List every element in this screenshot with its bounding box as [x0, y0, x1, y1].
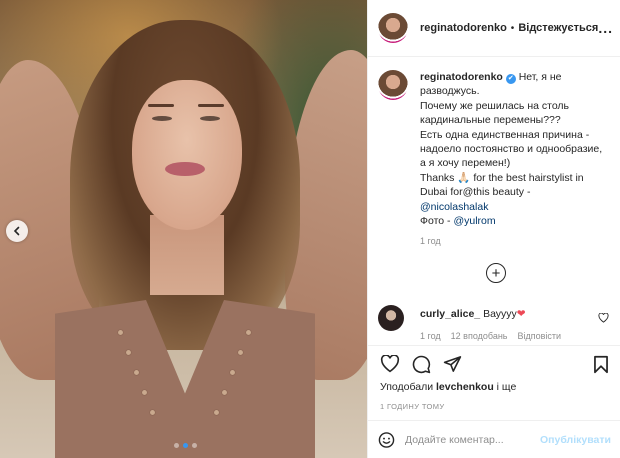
commenter-username[interactable]: curly_alice_ — [420, 308, 480, 320]
more-options-button[interactable]: ... — [598, 20, 613, 36]
comment-input[interactable] — [404, 433, 540, 446]
following-button[interactable]: Відстежується — [518, 22, 598, 34]
dress-stud — [150, 410, 155, 415]
likes-prefix: Уподобали — [380, 381, 436, 393]
reply-button[interactable]: Відповісти — [518, 331, 562, 341]
carousel-dot-active — [183, 443, 188, 448]
post-caption: reginatodorenko ✔ Нет, я не разводжусь. … — [378, 70, 613, 228]
comment-likes[interactable]: 12 вподобань — [451, 331, 508, 341]
load-more-comments-button[interactable]: + — [486, 263, 506, 283]
dress-stud — [246, 330, 251, 335]
heart-emoji: ❤ — [516, 308, 526, 320]
dress-stud — [230, 370, 235, 375]
dress-stud — [142, 390, 147, 395]
post-actions-bar — [368, 345, 620, 379]
carousel-dot — [174, 443, 179, 448]
dress-stud — [134, 370, 139, 375]
caption-timestamp[interactable]: 1 год — [420, 236, 441, 246]
save-bookmark-icon[interactable] — [593, 355, 609, 374]
author-username[interactable]: reginatodorenko — [420, 22, 507, 34]
commenter-avatar[interactable] — [378, 305, 404, 331]
photo-left-eye — [152, 116, 172, 121]
photo-lips — [165, 162, 205, 176]
comment-time[interactable]: 1 год — [420, 331, 441, 341]
photo-left-brow — [148, 104, 174, 107]
dress-stud — [118, 330, 123, 335]
comment-like-heart-icon[interactable] — [598, 313, 609, 323]
caption-line: Есть одна единственная причина - надоело… — [420, 128, 603, 170]
post-timestamp[interactable]: 1 ГОДИНУ ТОМУ — [380, 402, 445, 411]
carousel-dot — [192, 443, 197, 448]
photo-face — [132, 80, 242, 230]
caption-line: Почему же решилась на столь кардинальные… — [420, 99, 570, 127]
chevron-left-icon — [13, 226, 20, 236]
share-paper-plane-icon[interactable] — [443, 355, 462, 373]
caption-line: Thanks 🙏🏻 for the best hairstylist in Du… — [420, 171, 584, 199]
post-details-panel: reginatodorenko • Відстежується ... regi… — [367, 0, 620, 458]
carousel-indicator — [174, 443, 197, 448]
caption-username[interactable]: reginatodorenko — [420, 71, 503, 83]
add-comment-bar: Опублікувати — [368, 420, 620, 458]
comment-bubble-icon[interactable] — [412, 355, 431, 374]
emoji-icon[interactable] — [378, 431, 395, 449]
header-separator: • — [510, 22, 515, 34]
comment-meta: 1 год 12 вподобань Відповісти — [420, 331, 561, 341]
caption-author-avatar[interactable] — [378, 70, 408, 100]
publish-comment-button[interactable]: Опублікувати — [540, 434, 611, 446]
dress-stud — [214, 410, 219, 415]
caption-text: reginatodorenko ✔ Нет, я не разводжусь. … — [420, 70, 610, 228]
comment-body: curly_alice_ Вауууу❤ — [420, 308, 526, 320]
likes-suffix[interactable]: і ще — [494, 381, 517, 393]
mention-link[interactable]: @yulrom — [453, 215, 495, 227]
caption-line: Фото - — [420, 215, 454, 228]
dress-stud — [238, 350, 243, 355]
dress-stud — [126, 350, 131, 355]
like-heart-icon[interactable] — [380, 355, 400, 373]
carousel-prev-button[interactable] — [6, 220, 28, 242]
verified-badge-icon: ✔ — [505, 74, 516, 84]
photo-right-brow — [198, 104, 224, 107]
post-photo[interactable] — [0, 0, 367, 458]
photo-right-eye — [200, 116, 220, 121]
liked-by-username[interactable]: levchenkou — [436, 381, 494, 393]
post-header: reginatodorenko • Відстежується ... — [368, 0, 620, 57]
mention-link[interactable]: @nicolashalak — [420, 201, 488, 213]
dress-stud — [222, 390, 227, 395]
likes-summary: Уподобали levchenkou і ще — [380, 381, 516, 393]
comment-text: Вауууу — [483, 308, 517, 320]
author-avatar[interactable] — [378, 13, 408, 43]
